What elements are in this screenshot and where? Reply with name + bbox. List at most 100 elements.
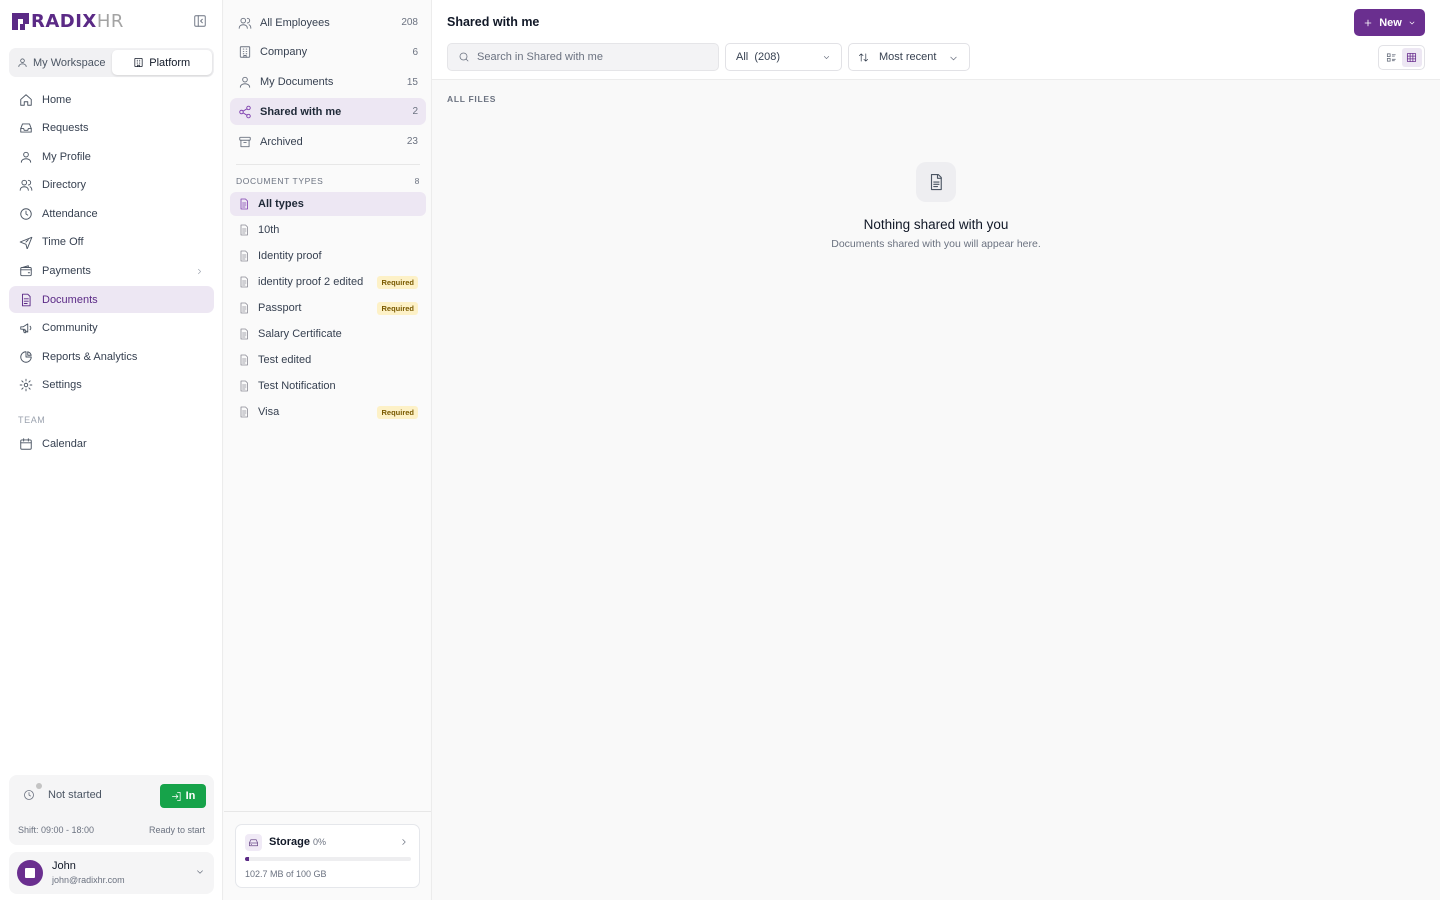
user-menu[interactable]: John john@radixhr.com <box>9 852 214 894</box>
empty-state: Nothing shared with you Documents shared… <box>432 162 1440 250</box>
type-identity-proof[interactable]: Identity proof <box>230 244 426 268</box>
folder-count: 6 <box>412 46 418 58</box>
type-label: Identity proof <box>258 250 322 262</box>
user-icon <box>238 75 252 89</box>
nav-item-my-profile[interactable]: My Profile <box>9 143 214 170</box>
logo-text: RADIXHR <box>31 11 124 32</box>
app-logo[interactable]: RADIXHR <box>12 11 124 32</box>
sort-icon <box>858 52 869 63</box>
nav-label: Calendar <box>42 438 87 451</box>
nav-label: My Profile <box>42 150 91 163</box>
nav-item-payments[interactable]: Payments <box>9 258 214 285</box>
type-passport[interactable]: Passport Required <box>230 296 426 320</box>
nav-item-directory[interactable]: Directory <box>9 172 214 199</box>
type-label: Test edited <box>258 354 312 366</box>
type-label: Salary Certificate <box>258 328 342 340</box>
filter-label: All <box>736 51 749 63</box>
folder-count: 208 <box>401 17 418 28</box>
nav-item-time-off[interactable]: Time Off <box>9 229 214 256</box>
clock-icon <box>19 207 33 221</box>
pie-chart-icon <box>19 350 33 364</box>
nav-label: Attendance <box>42 207 98 220</box>
folder-count: 15 <box>406 76 418 88</box>
user-email: john@radixhr.com <box>52 875 125 885</box>
nav-item-documents[interactable]: Documents <box>9 286 214 314</box>
folder-count: 2 <box>412 106 418 118</box>
type-label: identity proof 2 edited <box>258 276 364 288</box>
folder-label: Shared with me <box>260 105 342 118</box>
folder-company[interactable]: Company 6 <box>230 39 426 66</box>
type-label: Test Notification <box>258 380 336 392</box>
storage-percent: 0% <box>313 837 327 847</box>
tab-label: Platform <box>149 56 191 69</box>
divider <box>224 811 431 812</box>
main-content: Shared with me New All (208) Most recent… <box>432 0 1440 900</box>
document-icon <box>238 302 250 314</box>
plus-icon <box>1363 18 1373 28</box>
tab-platform[interactable]: Platform <box>111 50 212 75</box>
storage-usage: 102.7 MB of 100 GB <box>245 869 327 879</box>
nav-label: Settings <box>42 379 82 392</box>
clock-in-label: In <box>185 790 196 802</box>
tab-my-workspace[interactable]: My Workspace <box>11 50 112 75</box>
status-dot <box>36 783 42 789</box>
type-10th[interactable]: 10th <box>230 218 426 242</box>
nav-item-community[interactable]: Community <box>9 315 214 342</box>
nav-item-home[interactable]: Home <box>9 86 214 113</box>
document-types-list: All types 10th Identity proof identity p… <box>230 192 426 426</box>
sort-select[interactable]: Most recent <box>848 43 970 71</box>
clock-in-button[interactable]: In <box>160 784 206 808</box>
document-types-count: 8 <box>414 176 420 186</box>
folder-my-documents[interactable]: My Documents 15 <box>230 69 426 96</box>
folder-label: Archived <box>260 135 303 148</box>
sort-label: Most recent <box>879 51 937 63</box>
type-test-edited[interactable]: Test edited <box>230 348 426 372</box>
storage-card[interactable]: Storage 0% 102.7 MB of 100 GB <box>235 824 420 888</box>
nav-label: Requests <box>42 122 89 135</box>
all-files-label: ALL FILES <box>447 94 497 104</box>
ready-status: Ready to start <box>148 825 205 835</box>
storage-title: Storage <box>269 836 310 848</box>
type-test-notification[interactable]: Test Notification <box>230 374 426 398</box>
wallet-icon <box>19 264 33 278</box>
search-icon <box>458 51 470 63</box>
grid-view-icon[interactable] <box>1401 48 1422 67</box>
empty-state-title: Nothing shared with you <box>863 217 1009 232</box>
chevron-down-icon <box>1408 19 1416 27</box>
nav-item-calendar[interactable]: Calendar <box>9 431 214 458</box>
folder-shared-with-me[interactable]: Shared with me 2 <box>230 98 426 126</box>
nav-label: Payments <box>42 265 91 278</box>
type-all-types[interactable]: All types <box>230 192 426 216</box>
folder-list: All Employees 208 Company 6 My Documents… <box>230 9 426 158</box>
building-icon <box>238 45 252 59</box>
storage-progress-bar <box>245 857 411 861</box>
sidebar-collapse-icon[interactable] <box>193 14 207 28</box>
documents-panel: All Employees 208 Company 6 My Documents… <box>224 0 432 900</box>
search-input[interactable] <box>477 51 707 63</box>
folder-archived[interactable]: Archived 23 <box>230 128 426 155</box>
type-salary-certificate[interactable]: Salary Certificate <box>230 322 426 346</box>
calendar-icon <box>19 437 33 451</box>
nav-item-settings[interactable]: Settings <box>9 372 214 399</box>
employee-filter-select[interactable]: All (208) <box>725 43 842 71</box>
nav-item-requests[interactable]: Requests <box>9 115 214 142</box>
building-icon <box>133 57 144 68</box>
type-visa[interactable]: Visa Required <box>230 400 426 424</box>
list-view-icon[interactable] <box>1381 48 1402 67</box>
new-button[interactable]: New <box>1354 9 1425 36</box>
type-identity-proof-2-edited[interactable]: identity proof 2 edited Required <box>230 270 426 294</box>
tab-label: My Workspace <box>32 56 106 69</box>
nav-label: Documents <box>42 293 98 306</box>
document-icon <box>238 380 250 392</box>
clock-in-card: Not started In Shift: 09:00 - 18:00 Read… <box>9 775 214 845</box>
type-label: All types <box>258 198 304 210</box>
nav-item-reports[interactable]: Reports & Analytics <box>9 343 214 370</box>
inbox-icon <box>19 121 33 135</box>
avatar <box>17 860 43 886</box>
megaphone-icon <box>19 321 33 335</box>
logo-mark-icon <box>12 13 29 30</box>
folder-all-employees[interactable]: All Employees 208 <box>230 9 426 36</box>
clock-status: Not started <box>48 789 102 801</box>
nav-label: Directory <box>42 179 87 192</box>
nav-item-attendance[interactable]: Attendance <box>9 200 214 227</box>
